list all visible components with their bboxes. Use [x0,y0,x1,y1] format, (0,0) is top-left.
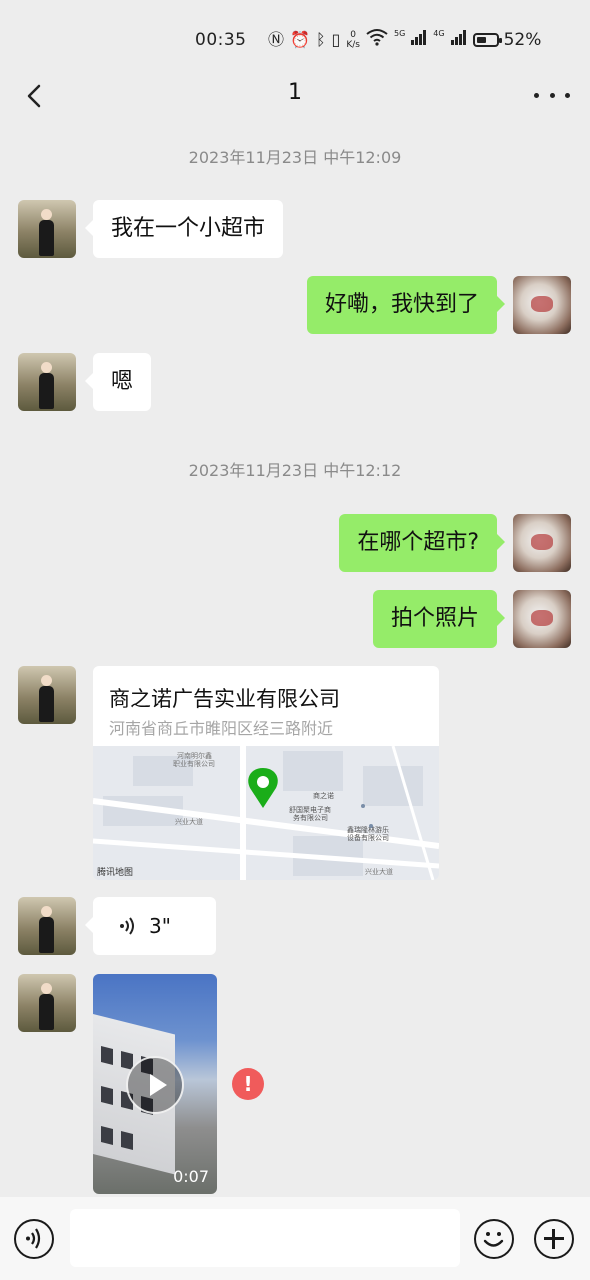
status-bar: 00:35 Ⓝ ⏰ ᛒ ▯ 0 K/s 5G 4G 52% [0,0,590,72]
map-label: 职业有限公司 [173,759,215,768]
signal-icon-1 [411,29,427,50]
video-duration: 0:07 [173,1167,209,1186]
message-timestamp: 2023年11月23日 中午12:12 [188,461,402,480]
bluetooth-icon: ᛒ [315,29,326,49]
smiley-icon [483,1232,504,1247]
map-provider-logo: 腾讯地图 [97,868,134,878]
send-failed-icon[interactable]: ! [232,1068,264,1100]
more-dot-icon [534,92,539,98]
message-timestamp: 2023年11月23日 中午12:09 [188,148,402,167]
my-avatar[interactable] [513,276,571,334]
emoji-button[interactable] [474,1219,514,1259]
chat-header: 1 [0,72,590,120]
video-message[interactable]: 0:07 [93,974,217,1194]
battery-icon [472,32,502,47]
network-4g-label: 4G [433,29,445,38]
more-dot-icon [565,92,570,98]
location-name: 商之诺广告实业有限公司 [109,687,340,711]
map-label: 河南明尔鑫 [177,751,212,760]
contact-avatar[interactable] [18,974,76,1032]
message-input[interactable] [70,1209,460,1267]
map-label: 设备有限公司 [347,833,389,842]
battery: 52% [472,29,542,50]
map-label: 兴业大道 [365,867,393,876]
contact-avatar[interactable] [18,200,76,258]
voice-message-bubble[interactable]: 3" [85,897,216,955]
voice-input-toggle-button[interactable] [14,1219,54,1259]
signal-icon-2 [450,29,467,50]
message-bubble-sent[interactable]: 好嘞，我快到了 [306,276,506,334]
voice-wave-icon [120,917,134,935]
vibrate-icon: ▯ [331,29,341,49]
status-time: 00:35 [195,30,247,50]
contact-avatar[interactable] [18,353,76,411]
status-icons: Ⓝ ⏰ ᛒ ▯ 0 K/s 5G 4G 52% [268,28,541,51]
location-map-preview: 河南明尔鑫 职业有限公司 兴业大道 商之诺 舒国聚电子商 务有限公司 鑫瑞隆林游… [93,746,439,880]
message-bubble-received[interactable]: 嗯 [84,353,152,411]
network-speed: 0 K/s [346,30,360,50]
network-5g-label: 5G [393,29,406,38]
voice-wave-icon [26,1228,41,1249]
map-label: 舒国聚电子商 [289,805,331,814]
network-speed-value: 0 [350,29,357,40]
network-speed-unit: K/s [346,39,360,50]
location-address: 河南省商丘市睢阳区经三路附近 [109,719,334,738]
contact-avatar[interactable] [18,666,76,724]
chat-title: 1 [288,80,302,105]
map-label: 务有限公司 [293,813,328,822]
location-message-card[interactable]: 商之诺广告实业有限公司 河南省商丘市睢阳区经三路附近 河南明尔鑫 职业有限公司 … [93,666,439,880]
message-bubble-received[interactable]: 我在一个小超市 [84,200,284,258]
voice-duration: 3" [149,914,171,938]
contact-avatar[interactable] [18,897,76,955]
chat-screen: 00:35 Ⓝ ⏰ ᛒ ▯ 0 K/s 5G 4G 52% 1 2023年11月… [0,0,590,1280]
play-icon[interactable] [126,1056,184,1114]
wifi-icon [366,28,388,51]
nfc-icon: Ⓝ [268,29,285,49]
battery-level-fill [476,36,486,43]
more-options-button[interactable] [534,80,570,110]
battery-percent: 52% [503,29,542,50]
add-attachment-button[interactable] [534,1219,574,1259]
chat-input-bar [0,1197,590,1280]
message-bubble-sent[interactable]: 在哪个超市? [339,514,505,572]
my-avatar[interactable] [513,590,571,648]
more-dot-icon [549,92,555,98]
my-avatar[interactable] [513,514,571,572]
map-graphic: 河南明尔鑫 职业有限公司 兴业大道 商之诺 舒国聚电子商 务有限公司 鑫瑞隆林游… [93,746,439,880]
map-label: 鑫瑞隆林游乐 [347,825,389,834]
message-bubble-sent[interactable]: 拍个照片 [372,590,506,648]
map-label: 兴业大道 [175,817,203,826]
map-label: 商之诺 [313,791,334,800]
alarm-icon: ⏰ [290,29,310,49]
